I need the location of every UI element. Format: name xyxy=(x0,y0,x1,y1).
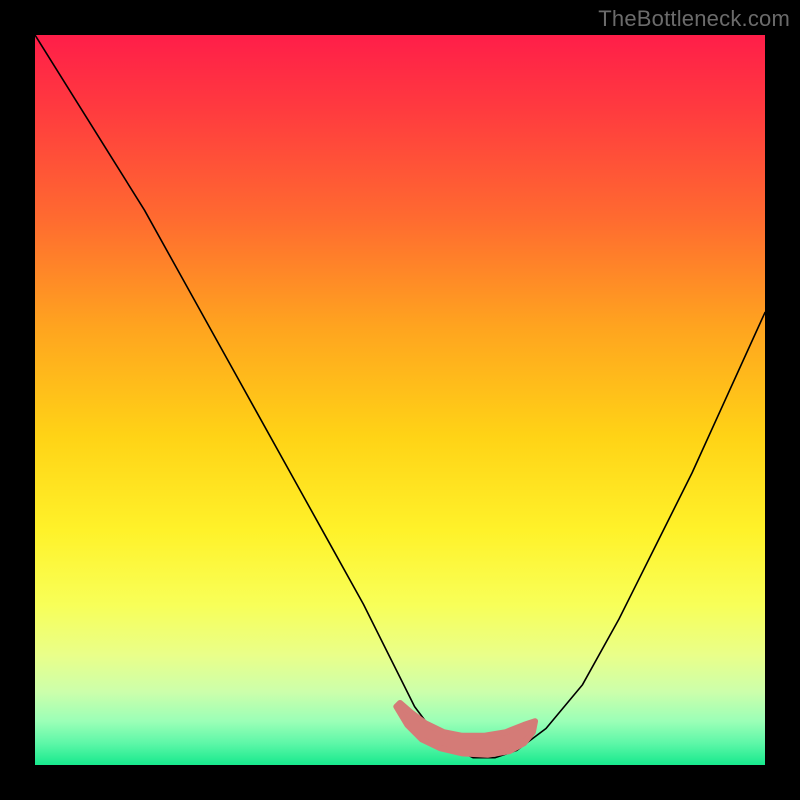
chart-svg xyxy=(35,35,765,765)
watermark-text: TheBottleneck.com xyxy=(598,6,790,32)
chart-frame: TheBottleneck.com xyxy=(0,0,800,800)
plot-area xyxy=(35,35,765,765)
gradient-background xyxy=(35,35,765,765)
